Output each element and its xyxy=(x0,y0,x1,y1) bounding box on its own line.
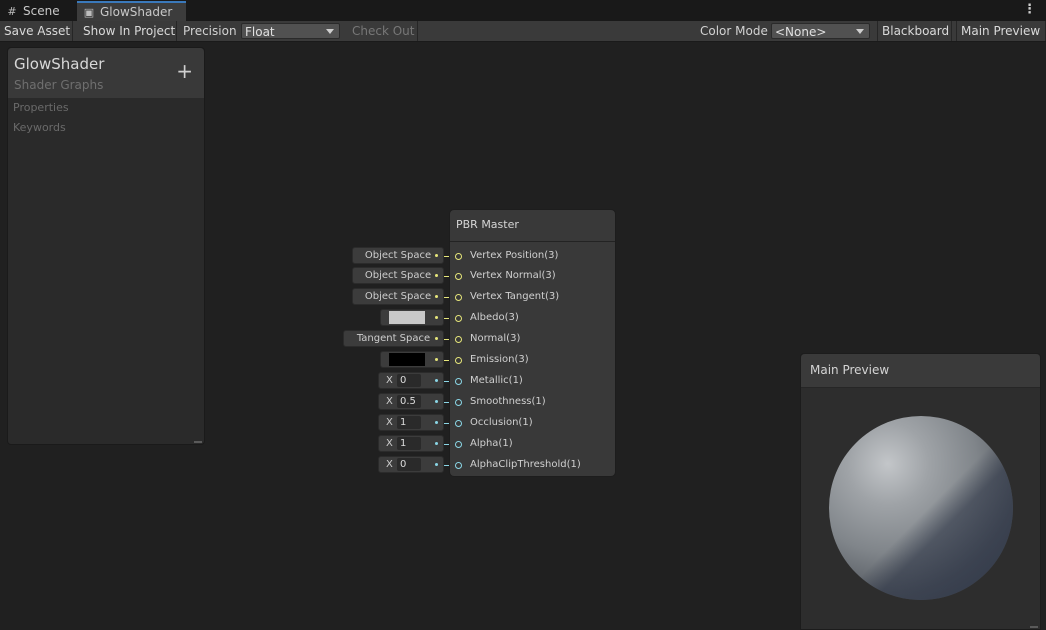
smoothness-value-input[interactable]: 0.5 xyxy=(397,395,421,408)
tab-scene[interactable]: # Scene xyxy=(0,1,75,21)
vertex-normal-space-dropdown[interactable]: Object Space xyxy=(352,267,444,284)
vertex-tangent-port[interactable] xyxy=(455,294,462,301)
blackboard-subtitle: Shader Graphs xyxy=(14,78,104,92)
vertex-normal-space-label: Object Space xyxy=(364,270,432,281)
alphaclipthreshold-port-label: AlphaClipThreshold(1) xyxy=(470,459,581,470)
alpha-edge-dot xyxy=(435,442,438,445)
resize-handle[interactable] xyxy=(194,441,202,443)
more-options-icon[interactable]: ⋮ xyxy=(1023,2,1036,17)
albedo-edge-dot xyxy=(435,316,438,319)
preview-sphere-shading xyxy=(829,416,1013,600)
vertex-position-port[interactable] xyxy=(455,253,462,260)
shader-graph-icon: ▣ xyxy=(83,6,95,19)
color-mode-label: Color Mode xyxy=(700,24,768,38)
normal-space-label: Tangent Space xyxy=(356,333,431,344)
node-title: PBR Master xyxy=(456,218,519,231)
blackboard-toggle-button[interactable]: Blackboard xyxy=(877,21,952,41)
precision-dropdown[interactable]: Float xyxy=(241,23,340,39)
metallic-port-label: Metallic(1) xyxy=(470,375,523,386)
albedo-color-swatch[interactable] xyxy=(389,311,425,324)
main-preview-header: Main Preview xyxy=(801,354,1040,388)
vertex-position-port-label: Vertex Position(3) xyxy=(470,250,559,261)
x-axis-label: X xyxy=(386,438,393,449)
keywords-section[interactable]: Keywords xyxy=(13,121,66,134)
save-asset-button[interactable]: Save Asset xyxy=(0,21,73,41)
vertex-normal-edge-dot xyxy=(435,274,438,277)
normal-space-dropdown[interactable]: Tangent Space xyxy=(343,330,444,347)
albedo-port[interactable] xyxy=(455,315,462,322)
normal-edge-dot xyxy=(435,337,438,340)
x-axis-label: X xyxy=(386,396,393,407)
check-out-button[interactable]: Check Out xyxy=(348,21,418,41)
add-property-icon[interactable]: + xyxy=(176,61,193,81)
shader-graph-toolbar: Save Asset Show In Project Precision Flo… xyxy=(0,21,1046,42)
occlusion-edge-dot xyxy=(435,421,438,424)
node-divider xyxy=(450,241,615,242)
smoothness-port[interactable] xyxy=(455,399,462,406)
alphaclipthreshold-edge-dot xyxy=(435,463,438,466)
vertex-tangent-edge-dot xyxy=(435,295,438,298)
x-axis-label: X xyxy=(386,459,393,470)
alphaclipthreshold-port[interactable] xyxy=(455,462,462,469)
emission-color-swatch[interactable] xyxy=(389,353,425,366)
color-mode-dropdown[interactable]: <None> xyxy=(771,23,870,39)
vertex-normal-port[interactable] xyxy=(455,273,462,280)
emission-port-label: Emission(3) xyxy=(470,354,529,365)
albedo-port-label: Albedo(3) xyxy=(470,312,519,323)
blackboard-header: GlowShader Shader Graphs + xyxy=(8,48,204,98)
main-preview-title: Main Preview xyxy=(810,363,890,377)
normal-port-label: Normal(3) xyxy=(470,333,521,344)
vertex-tangent-port-label: Vertex Tangent(3) xyxy=(470,291,560,302)
alpha-port-label: Alpha(1) xyxy=(470,438,513,449)
metallic-port[interactable] xyxy=(455,378,462,385)
emission-port[interactable] xyxy=(455,357,462,364)
vertex-tangent-space-dropdown[interactable]: Object Space xyxy=(352,288,444,305)
tab-glowshader-label: GlowShader xyxy=(100,5,173,19)
metallic-value-input[interactable]: 0 xyxy=(397,374,421,387)
metallic-edge-dot xyxy=(435,379,438,382)
main-preview-toggle-button[interactable]: Main Preview xyxy=(956,21,1046,41)
vertex-tangent-space-label: Object Space xyxy=(364,291,432,302)
occlusion-port-label: Occlusion(1) xyxy=(470,417,533,428)
normal-port[interactable] xyxy=(455,336,462,343)
alphaclipthreshold-value-input[interactable]: 0 xyxy=(397,458,421,471)
blackboard-panel[interactable]: GlowShader Shader Graphs + Properties Ke… xyxy=(7,47,205,445)
alpha-port[interactable] xyxy=(455,441,462,448)
chevron-down-icon xyxy=(326,29,334,34)
x-axis-label: X xyxy=(386,375,393,386)
pbr-master-node[interactable]: PBR Master Vertex Position(3) Vertex Norm… xyxy=(449,209,616,477)
tab-scene-label: Scene xyxy=(23,4,60,18)
vertex-position-edge-dot xyxy=(435,254,438,257)
occlusion-port[interactable] xyxy=(455,420,462,427)
precision-label: Precision xyxy=(183,24,237,38)
tab-glowshader[interactable]: ▣ GlowShader xyxy=(77,1,186,21)
vertex-normal-port-label: Vertex Normal(3) xyxy=(470,270,556,281)
grid-icon: # xyxy=(7,5,17,18)
precision-value: Float xyxy=(245,25,275,39)
alpha-value-input[interactable]: 1 xyxy=(397,437,421,450)
window-tab-bar: # Scene ▣ GlowShader ⋮ xyxy=(0,0,1046,22)
main-preview-panel[interactable]: Main Preview xyxy=(800,353,1041,630)
resize-handle[interactable] xyxy=(1030,626,1038,628)
chevron-down-icon xyxy=(856,29,864,34)
emission-edge-dot xyxy=(435,358,438,361)
vertex-position-space-label: Object Space xyxy=(364,250,432,261)
smoothness-port-label: Smoothness(1) xyxy=(470,396,546,407)
blackboard-title: GlowShader xyxy=(14,55,105,73)
properties-section[interactable]: Properties xyxy=(13,101,69,114)
smoothness-edge-dot xyxy=(435,400,438,403)
x-axis-label: X xyxy=(386,417,393,428)
vertex-position-space-dropdown[interactable]: Object Space xyxy=(352,247,444,264)
occlusion-value-input[interactable]: 1 xyxy=(397,416,421,429)
color-mode-value: <None> xyxy=(775,25,827,39)
show-in-project-button[interactable]: Show In Project xyxy=(79,21,177,41)
